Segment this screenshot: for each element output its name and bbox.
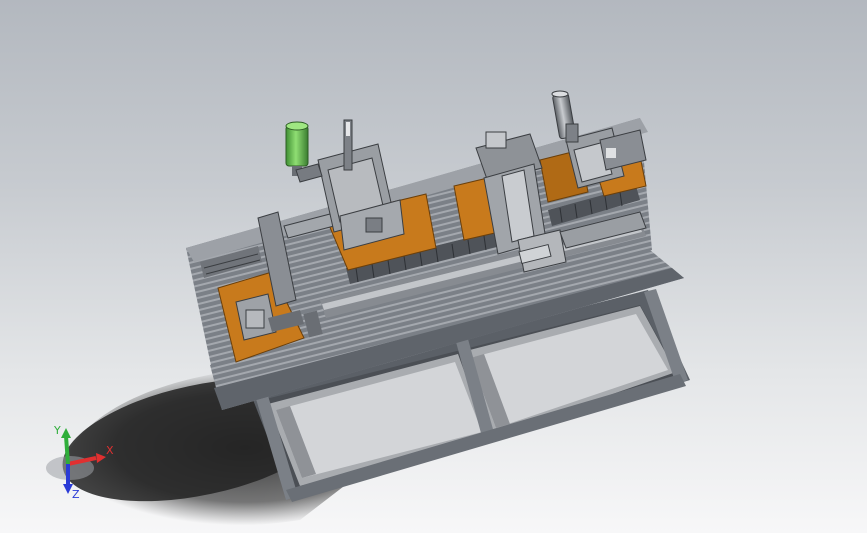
z-axis-label: Z — [72, 488, 80, 500]
x-axis-label: X — [106, 444, 114, 457]
y-axis-label: Y — [53, 424, 61, 437]
y-axis-line — [64, 435, 70, 465]
x-axis-arrow — [96, 453, 106, 463]
green-cylinder — [285, 121, 323, 183]
y-axis-arrow — [61, 428, 71, 438]
coordinate-triad: X Y Z — [46, 424, 114, 500]
assembly-model[interactable] — [0, 0, 867, 533]
gray-cylinder — [551, 90, 579, 143]
3d-viewport[interactable]: X Y Z — [0, 0, 867, 533]
